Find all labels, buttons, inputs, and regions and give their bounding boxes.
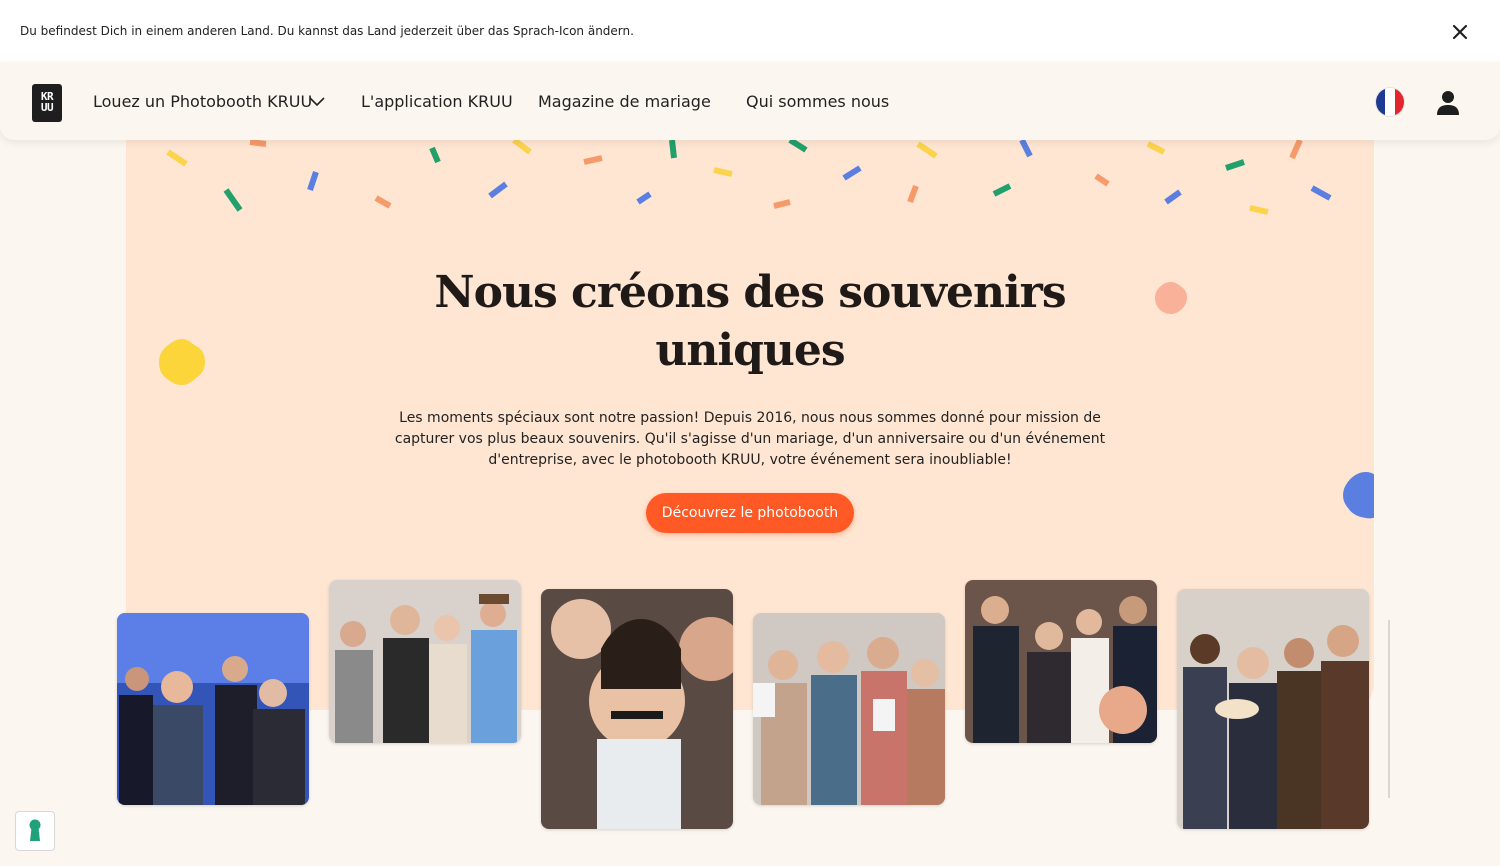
mustache-props-photo	[541, 589, 733, 829]
hero-title-line2: uniques	[655, 325, 845, 376]
country-notice-bar: Du befindest Dich in einem anderen Land.…	[0, 0, 1500, 62]
blue-blob-decoration	[1343, 472, 1374, 519]
carousel-next-edge	[1388, 620, 1390, 798]
nav-item-wedding-magazine[interactable]: Magazine de mariage	[538, 92, 711, 111]
logo-text-bottom: UU	[40, 101, 54, 114]
kruu-logo[interactable]: KR UU	[32, 84, 62, 122]
hero-description: Les moments spéciaux sont notre passion!…	[394, 410, 1106, 468]
keyhole-icon	[29, 819, 41, 841]
women-printouts-photo	[753, 613, 945, 805]
discover-photobooth-button[interactable]: Découvrez le photobooth	[646, 493, 854, 533]
nav-item-rent-photobooth[interactable]: Louez un Photobooth KRUU	[93, 92, 312, 111]
close-icon[interactable]	[1448, 20, 1472, 44]
user-icon[interactable]	[1436, 90, 1460, 116]
cookie-settings-button[interactable]	[15, 811, 55, 851]
country-notice-text: Du befindest Dich in einem anderen Land.…	[20, 24, 634, 38]
wedding-couple-photo	[965, 580, 1157, 743]
main-navbar: KR UU Louez un Photobooth KRUU L'applica…	[0, 62, 1500, 140]
hero-title: Nous créons des souvenirs uniques	[326, 264, 1174, 380]
hero-title-line1: Nous créons des souvenirs	[434, 267, 1066, 318]
yellow-blob-decoration	[159, 339, 205, 385]
nav-item-app[interactable]: L'application KRUU	[361, 92, 513, 111]
birthday-cake-photo	[1177, 589, 1369, 829]
french-flag-icon[interactable]	[1376, 88, 1404, 116]
nav-item-about-us[interactable]: Qui sommes nous	[746, 92, 889, 111]
party-crowd-photo	[117, 613, 309, 805]
group-props-photo	[329, 580, 521, 743]
chevron-down-icon[interactable]	[309, 95, 325, 107]
